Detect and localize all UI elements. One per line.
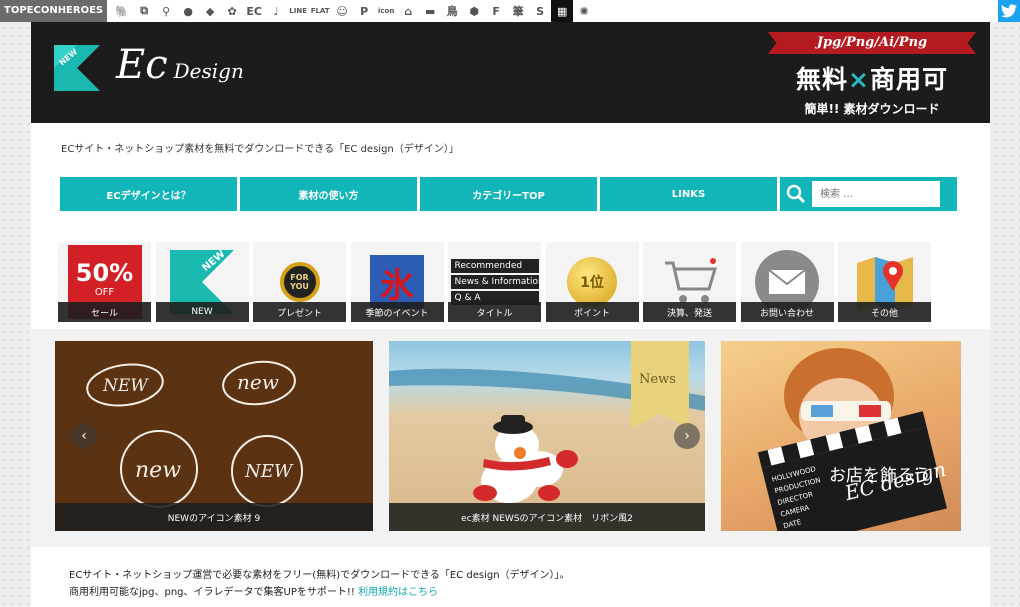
category-present[interactable]: FOR YOU プレゼント xyxy=(253,242,346,322)
new-logo-icon[interactable]: NEW xyxy=(54,45,100,91)
slide-caption: NEWのアイコン素材 9 xyxy=(55,503,373,531)
slider-prev-button[interactable]: ‹ xyxy=(71,423,97,449)
clapperboard-illustration: HOLLYWOOD PRODUCTION DIRECTOR CAMERA DAT… xyxy=(757,348,948,531)
main-nav: ECデザインとは？ 素材の使い方 カテゴリーTOP LINKS xyxy=(60,177,957,211)
category-label: お問い合わせ xyxy=(740,302,834,322)
tag-icon[interactable]: ◆ xyxy=(199,0,221,22)
top-icon-bar: TOPECONHEROES 🐘 ⧉ ⚲ ● ◆ ✿ EC ♩ LINE FLAT ☺ Picon ⌂ ▬ 鳥… xyxy=(0,0,1020,22)
category-label: タイトル xyxy=(448,302,541,322)
site-header: NEW Ec Design Jpg/Png/Ai/Png 無料×商用可 簡単!! … xyxy=(31,22,990,123)
f-icon[interactable]: F xyxy=(485,0,507,22)
svg-text:お店を飾ろう: お店を飾ろう xyxy=(829,466,931,486)
icon-strip: 🐘 ⧉ ⚲ ● ◆ ✿ EC ♩ LINE FLAT ☺ Picon ⌂ ▬ 鳥 ⬢ F 筆 S ▦ ✺ xyxy=(111,0,595,22)
logo-sub-text: Design xyxy=(173,59,244,83)
grid-icon[interactable]: ▦ xyxy=(551,0,574,22)
svg-text:News: News xyxy=(639,372,676,387)
category-title[interactable]: Recommended News & Information Q & A タイトル xyxy=(448,242,541,322)
promo-ribbon: Jpg/Png/Ai/Png xyxy=(768,32,976,54)
category-seasonal-event[interactable]: 氷季節のイベント xyxy=(350,242,444,322)
category-label: その他 xyxy=(838,302,931,322)
search-input[interactable] xyxy=(812,181,940,207)
slide-ec-design-board[interactable]: HOLLYWOOD PRODUCTION DIRECTOR CAMERA DAT… xyxy=(721,341,961,531)
copy-icon[interactable]: ⧉ xyxy=(133,0,155,22)
gear-icon[interactable]: ✿ xyxy=(221,0,243,22)
category-other[interactable]: その他 xyxy=(838,242,931,322)
site-description: ECサイト・ネットショップ運営で必要な素材をフリー(無料)でダウンロードできる「… xyxy=(69,567,570,601)
category-grid: 50% OFF セール NEW NEW FOR YOU プレゼント氷季節のイベント Recom… xyxy=(58,242,936,322)
slide-news-ribbon[interactable]: News ec素材 NEWSのアイコン素材 リボン風2 xyxy=(389,341,705,531)
s-icon[interactable]: S xyxy=(529,0,551,22)
nav-links[interactable]: LINKS xyxy=(600,177,777,211)
house-icon[interactable]: ⌂ xyxy=(397,0,419,22)
main-page: NEW Ec Design Jpg/Png/Ai/Png 無料×商用可 簡単!! … xyxy=(31,22,990,607)
parking-icon[interactable]: P xyxy=(353,0,375,22)
category-label: NEW xyxy=(155,302,249,322)
note-icon[interactable]: ♩ xyxy=(265,0,287,22)
search-icon[interactable] xyxy=(786,184,806,204)
person-icon[interactable]: ⚲ xyxy=(155,0,177,22)
flat-icon[interactable]: FLAT xyxy=(309,0,331,22)
description-line-2: 商用利用可能なjpg、png、イラレデータで集客UPをサポート!! 利用規約はこ… xyxy=(69,587,439,598)
icon-icon[interactable]: icon xyxy=(375,0,397,22)
category-point[interactable]: 1位 ポイント xyxy=(545,242,639,322)
nav-about[interactable]: ECデザインとは？ xyxy=(60,177,237,211)
ec-icon[interactable]: EC xyxy=(243,0,265,22)
description-line-1: ECサイト・ネットショップ運営で必要な素材をフリー(無料)でダウンロードできる「… xyxy=(69,570,570,581)
promo-subtext: 簡単!! 素材ダウンロード xyxy=(804,102,940,116)
logo-main-text: Ec xyxy=(116,42,168,88)
smiley-icon[interactable]: ☺ xyxy=(331,0,353,22)
category-checkout-shipping[interactable]: 決算、発送 xyxy=(643,242,736,322)
nav-category-top[interactable]: カテゴリーTOP xyxy=(420,177,597,211)
bird-icon[interactable]: 鳥 xyxy=(441,0,463,22)
svg-text:NEW: NEW xyxy=(244,461,294,482)
hexagon-icon[interactable]: ⬢ xyxy=(463,0,485,22)
svg-text:new: new xyxy=(237,370,279,394)
nav-search xyxy=(780,177,957,211)
terms-link[interactable]: 利用規約はこちら xyxy=(358,587,438,598)
category-contact[interactable]: お問い合わせ xyxy=(740,242,834,322)
firework-icon[interactable]: ✺ xyxy=(573,0,595,22)
topeconheroes-brand[interactable]: TOPECONHEROES xyxy=(0,0,108,22)
site-logo[interactable]: Ec Design xyxy=(116,42,244,88)
promo-banner: Jpg/Png/Ai/Png 無料×商用可 簡単!! 素材ダウンロード xyxy=(768,32,976,117)
category-label: ポイント xyxy=(545,302,639,322)
sofa-icon[interactable]: ▬ xyxy=(419,0,441,22)
twitter-icon[interactable] xyxy=(998,0,1020,22)
category-label: プレゼント xyxy=(253,302,346,322)
category-new[interactable]: NEW NEW xyxy=(155,242,249,322)
line-icon[interactable]: LINE xyxy=(287,0,309,22)
speech-bubble-icon[interactable]: ● xyxy=(177,0,199,22)
svg-text:new: new xyxy=(135,458,181,483)
category-label: 季節のイベント xyxy=(350,302,444,322)
brush-icon[interactable]: 筆 xyxy=(507,0,529,22)
slide-new-icons[interactable]: NEW new new NEW NEWのアイコン素材 9 xyxy=(55,341,373,531)
category-label: セール xyxy=(58,302,151,322)
slider-next-button[interactable]: › xyxy=(674,423,700,449)
site-tagline: ECサイト・ネットショップ素材を無料でダウンロードできる「EC design（デ… xyxy=(61,144,459,155)
promo-headline: 無料×商用可 xyxy=(796,65,948,94)
slide-caption: ec素材 NEWSのアイコン素材 リボン風2 xyxy=(389,503,705,531)
svg-text:NEW: NEW xyxy=(102,376,149,396)
nav-usage[interactable]: 素材の使い方 xyxy=(240,177,417,211)
featured-slider: NEW new new NEW NEWのアイコン素材 9 News ec素材 N… xyxy=(31,329,990,547)
category-label: 決算、発送 xyxy=(643,302,736,322)
dog-icon[interactable]: 🐘 xyxy=(111,0,133,22)
category-sale[interactable]: 50% OFF セール xyxy=(58,242,151,322)
